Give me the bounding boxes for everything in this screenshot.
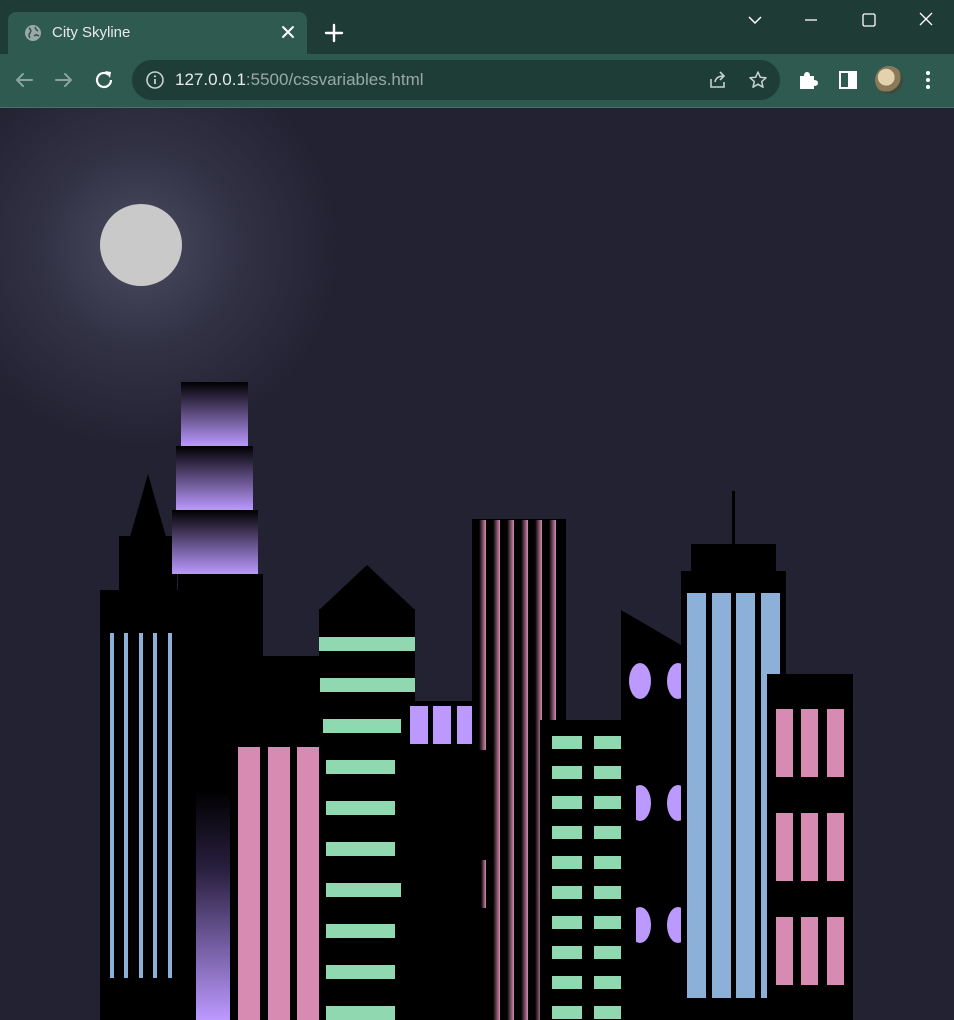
star-icon[interactable] [748, 70, 768, 90]
kebab-menu-icon[interactable] [916, 68, 940, 92]
arrow-right-icon[interactable] [52, 68, 76, 92]
minimize-icon[interactable] [799, 9, 823, 31]
window-close-icon[interactable] [914, 9, 938, 31]
browser-title-bar: City Skyline [0, 0, 954, 54]
chevron-down-icon[interactable] [743, 9, 767, 31]
share-icon[interactable] [708, 70, 728, 90]
puzzle-icon[interactable] [796, 68, 820, 92]
building-green-floors [319, 565, 415, 1020]
building-purple-windows [401, 701, 483, 1020]
reload-icon[interactable] [92, 68, 116, 92]
building-pink-columns [230, 656, 320, 1020]
url-text[interactable]: 127.0.0.1:5500/cssvariables.html [175, 70, 424, 90]
browser-toolbar: 127.0.0.1:5500/cssvariables.html [0, 54, 954, 107]
city-skyline [100, 382, 853, 1020]
browser-tab[interactable]: City Skyline [8, 12, 307, 54]
maximize-icon[interactable] [857, 9, 881, 31]
address-bar[interactable]: 127.0.0.1:5500/cssvariables.html [132, 60, 780, 100]
tab-close-icon[interactable] [279, 23, 297, 41]
new-tab-plus-icon[interactable] [322, 21, 346, 45]
arrow-left-icon[interactable] [12, 68, 36, 92]
page-content [0, 108, 954, 1020]
avatar[interactable] [875, 66, 903, 94]
info-icon[interactable] [145, 70, 165, 90]
building-pink-windows [767, 674, 853, 1020]
url-host: 127.0.0.1 [175, 70, 246, 89]
url-path: :5500/cssvariables.html [245, 70, 424, 89]
building-green-grid [540, 720, 630, 1020]
side-panel-icon[interactable] [836, 68, 860, 92]
globe-icon [25, 25, 41, 41]
tab-title: City Skyline [52, 24, 131, 41]
